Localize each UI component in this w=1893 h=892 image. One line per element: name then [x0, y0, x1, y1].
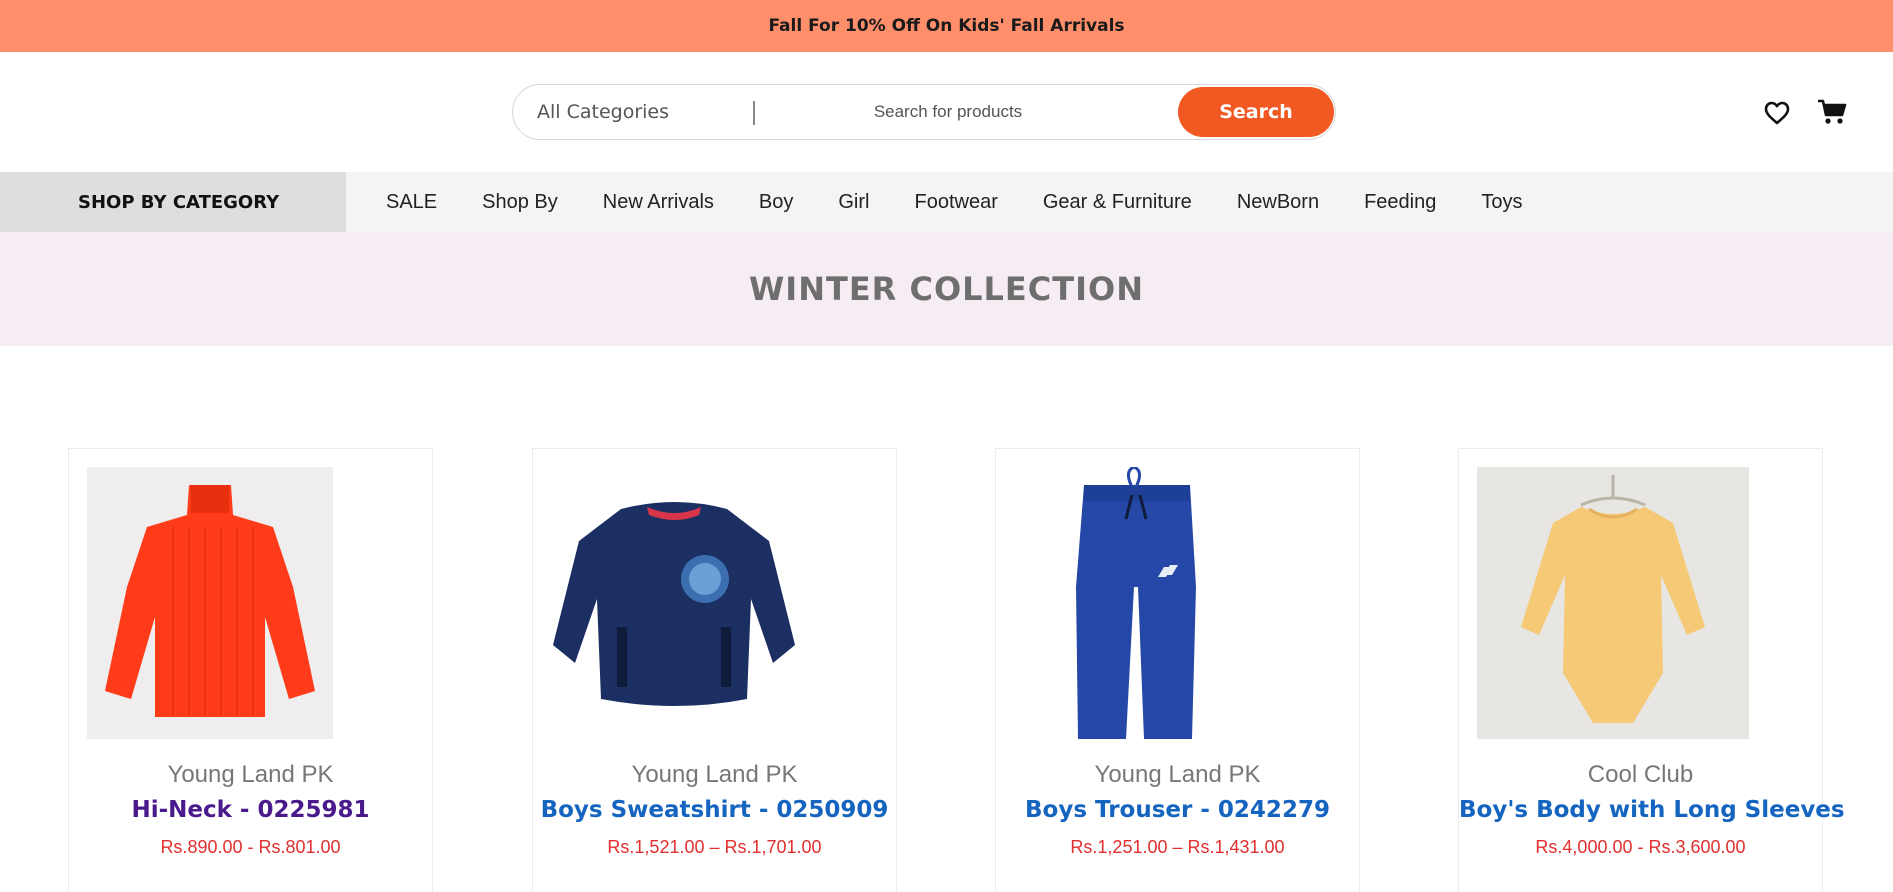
product-image-blue-trouser[interactable]	[1014, 467, 1260, 739]
product-card[interactable]: Young Land PK Boys Sweatshirt - 0250909 …	[532, 448, 897, 892]
product-price: Rs.4,000.00 - Rs.3,600.00	[1535, 837, 1746, 857]
product-card[interactable]: Young Land PK Hi-Neck - 0225981 Rs.890.0…	[68, 448, 433, 892]
product-brand: Young Land PK	[1094, 761, 1261, 788]
promo-text: Fall For 10% Off On Kids' Fall Arrivals	[768, 16, 1125, 36]
nav-item-sale[interactable]: SALE	[386, 191, 437, 214]
collection-banner: WINTER COLLECTION	[0, 232, 1893, 346]
cart-icon	[1818, 99, 1847, 124]
nav-item-boy[interactable]: Boy	[759, 191, 793, 214]
shop-by-category-button[interactable]: SHOP BY CATEGORY	[0, 172, 346, 232]
nav-menu: SALE Shop By New Arrivals Boy Girl Footw…	[386, 172, 1567, 232]
product-card[interactable]: Young Land PK Boys Trouser - 0242279 Rs.…	[995, 448, 1360, 892]
search-box: All Categories Search	[512, 84, 1336, 140]
nav-item-shop-by[interactable]: Shop By	[482, 191, 558, 214]
product-price: Rs.890.00 - Rs.801.00	[160, 837, 341, 857]
product-title-link[interactable]: Hi-Neck - 0225981	[69, 797, 432, 823]
search-divider	[753, 101, 755, 125]
product-title-link[interactable]: Boys Sweatshirt - 0250909	[533, 797, 896, 823]
nav-item-new-arrivals[interactable]: New Arrivals	[603, 191, 714, 214]
product-title-link[interactable]: Boy's Body with Long Sleeves	[1459, 797, 1845, 823]
category-select[interactable]: All Categories	[537, 85, 669, 139]
banner-title: WINTER COLLECTION	[749, 270, 1144, 308]
header: All Categories Search	[0, 52, 1893, 172]
product-image-navy-sweatshirt[interactable]	[551, 467, 797, 739]
product-image-orange-turtleneck-sweater[interactable]	[87, 467, 333, 739]
wishlist-button[interactable]	[1762, 98, 1792, 128]
nav-item-gear-furniture[interactable]: Gear & Furniture	[1043, 191, 1192, 214]
cart-button[interactable]	[1816, 96, 1848, 128]
product-card[interactable]: Cool Club Boy's Body with Long Sleeves R…	[1458, 448, 1845, 892]
heart-icon	[1764, 101, 1790, 125]
nav-item-newborn[interactable]: NewBorn	[1237, 191, 1319, 214]
product-brand: Young Land PK	[631, 761, 798, 788]
nav-item-feeding[interactable]: Feeding	[1364, 191, 1436, 214]
nav-item-footwear[interactable]: Footwear	[914, 191, 997, 214]
search-button[interactable]: Search	[1178, 87, 1334, 137]
product-image-yellow-bodysuit[interactable]	[1477, 467, 1749, 739]
product-brand: Young Land PK	[167, 761, 334, 788]
promo-bar: Fall For 10% Off On Kids' Fall Arrivals	[0, 0, 1893, 52]
product-price: Rs.1,521.00 – Rs.1,701.00	[607, 837, 822, 857]
product-title-link[interactable]: Boys Trouser - 0242279	[996, 797, 1359, 823]
search-input[interactable]	[783, 91, 1113, 133]
nav-item-toys[interactable]: Toys	[1481, 191, 1522, 214]
nav-item-girl[interactable]: Girl	[838, 191, 869, 214]
category-nav: SHOP BY CATEGORY SALE Shop By New Arriva…	[0, 172, 1893, 232]
product-brand: Cool Club	[1587, 761, 1694, 788]
product-price: Rs.1,251.00 – Rs.1,431.00	[1070, 837, 1285, 857]
